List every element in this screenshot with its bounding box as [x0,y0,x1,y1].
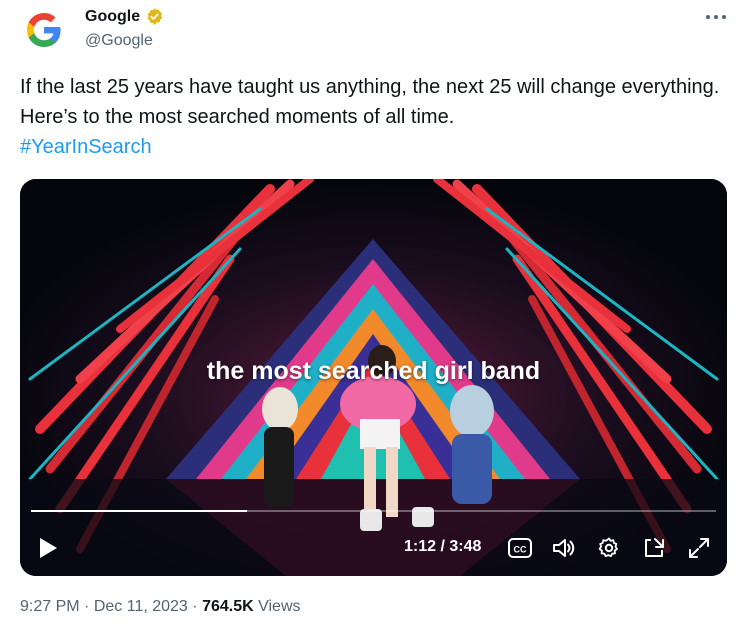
video-player[interactable]: the most searched girl band 1:12 / 3:48 … [20,179,727,576]
tweet-meta: 9:27 PM · Dec 11, 2023 · 764.5K Views [20,598,301,616]
views-count[interactable]: 764.5K [202,598,254,615]
video-progress-fill [31,510,248,512]
volume-icon[interactable] [551,536,577,560]
author-name-row[interactable]: Google [85,7,164,26]
tweet-date[interactable]: Dec 11, 2023 [94,598,188,615]
video-time: 1:12 / 3:48 [404,538,482,555]
video-caption: the most searched girl band [206,357,541,385]
google-g-logo-icon [27,13,61,47]
views-label: Views [258,598,301,615]
author-name[interactable]: Google [85,8,140,26]
tweet-text: If the last 25 years have taught us anyt… [20,72,720,162]
play-icon[interactable] [34,535,60,561]
verified-badge-icon[interactable] [145,7,164,26]
closed-captions-icon[interactable]: CC [507,536,533,560]
gear-icon[interactable] [596,536,622,560]
picture-in-picture-icon[interactable] [642,536,668,560]
video-progress-bar[interactable] [31,510,716,512]
tweet-time[interactable]: 9:27 PM [20,598,80,615]
author-handle[interactable]: @Google [85,32,153,50]
fullscreen-expand-icon[interactable] [686,536,712,560]
meta-separator: · [192,598,198,615]
cc-label: CC [514,545,527,555]
avatar[interactable] [18,4,70,56]
tweet-body: If the last 25 years have taught us anyt… [20,76,720,128]
hashtag-link[interactable]: #YearInSearch [20,136,152,158]
meta-separator: · [84,598,90,615]
more-horizontal-icon[interactable] [703,7,729,27]
